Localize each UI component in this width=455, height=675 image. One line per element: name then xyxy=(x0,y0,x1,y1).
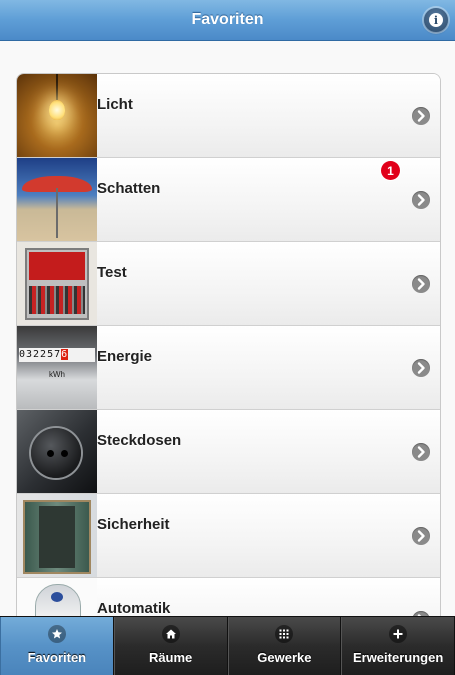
home-icon xyxy=(161,625,180,643)
header-bar: Favoriten i xyxy=(0,0,455,41)
list-item-automatik[interactable]: Automatik xyxy=(17,578,440,616)
list-item-label: Energie xyxy=(97,348,153,365)
list-item-energie[interactable]: 0322576 kWh Energie xyxy=(17,326,440,410)
chevron-right-icon xyxy=(412,443,430,461)
page-title: Favoriten xyxy=(191,11,264,28)
tab-label: Räume xyxy=(148,650,193,665)
tab-gewerke[interactable]: Gewerke xyxy=(227,617,342,675)
chevron-right-icon xyxy=(412,275,430,293)
star-icon xyxy=(47,625,66,643)
tab-favoriten[interactable]: Favoriten xyxy=(0,617,114,675)
list-item-schatten[interactable]: Schatten 1 xyxy=(17,158,440,242)
list-item-label: Sicherheit xyxy=(97,516,170,533)
tab-label: Erweiterungen xyxy=(352,650,444,665)
socket-thumbnail xyxy=(17,410,97,493)
favorites-list: Licht Schatten 1 Test 0322576 kWh Energi… xyxy=(16,73,441,616)
list-item-label: Steckdosen xyxy=(97,432,182,449)
list-item-sicherheit[interactable]: Sicherheit xyxy=(17,494,440,578)
robot-thumbnail xyxy=(17,578,97,616)
chevron-right-icon xyxy=(412,107,430,125)
tab-label: Gewerke xyxy=(257,650,312,665)
tab-bar: Favoriten Räume Gewerke Erweiterungen xyxy=(0,616,455,675)
meter-unit: kWh xyxy=(49,370,65,379)
chevron-right-icon xyxy=(412,191,430,209)
notification-badge: 1 xyxy=(381,161,400,180)
list-item-label: Automatik xyxy=(97,600,171,616)
tab-raeume[interactable]: Räume xyxy=(113,617,228,675)
grid-icon xyxy=(275,625,294,643)
tab-label: Favoriten xyxy=(27,650,87,665)
list-item-licht[interactable]: Licht xyxy=(17,74,440,158)
chevron-right-icon xyxy=(412,359,430,377)
plus-icon xyxy=(389,625,408,643)
energy-meter-thumbnail: 0322576 kWh xyxy=(17,326,97,409)
toolbox-thumbnail xyxy=(17,242,97,325)
tab-erweiterungen[interactable]: Erweiterungen xyxy=(341,617,455,675)
light-bulb-thumbnail xyxy=(17,74,97,157)
info-button[interactable]: i xyxy=(424,8,448,32)
favorites-list-viewport[interactable]: Licht Schatten 1 Test 0322576 kWh Energi… xyxy=(16,73,441,616)
chevron-right-icon xyxy=(412,527,430,545)
list-item-steckdosen[interactable]: Steckdosen xyxy=(17,410,440,494)
list-item-label: Schatten xyxy=(97,180,161,197)
list-item-label: Test xyxy=(97,264,127,281)
list-item-test[interactable]: Test xyxy=(17,242,440,326)
list-item-label: Licht xyxy=(97,96,133,113)
vault-door-thumbnail xyxy=(17,494,97,577)
parasol-thumbnail xyxy=(17,158,97,241)
meter-digits: 0322576 xyxy=(19,348,95,362)
info-icon: i xyxy=(429,13,443,27)
